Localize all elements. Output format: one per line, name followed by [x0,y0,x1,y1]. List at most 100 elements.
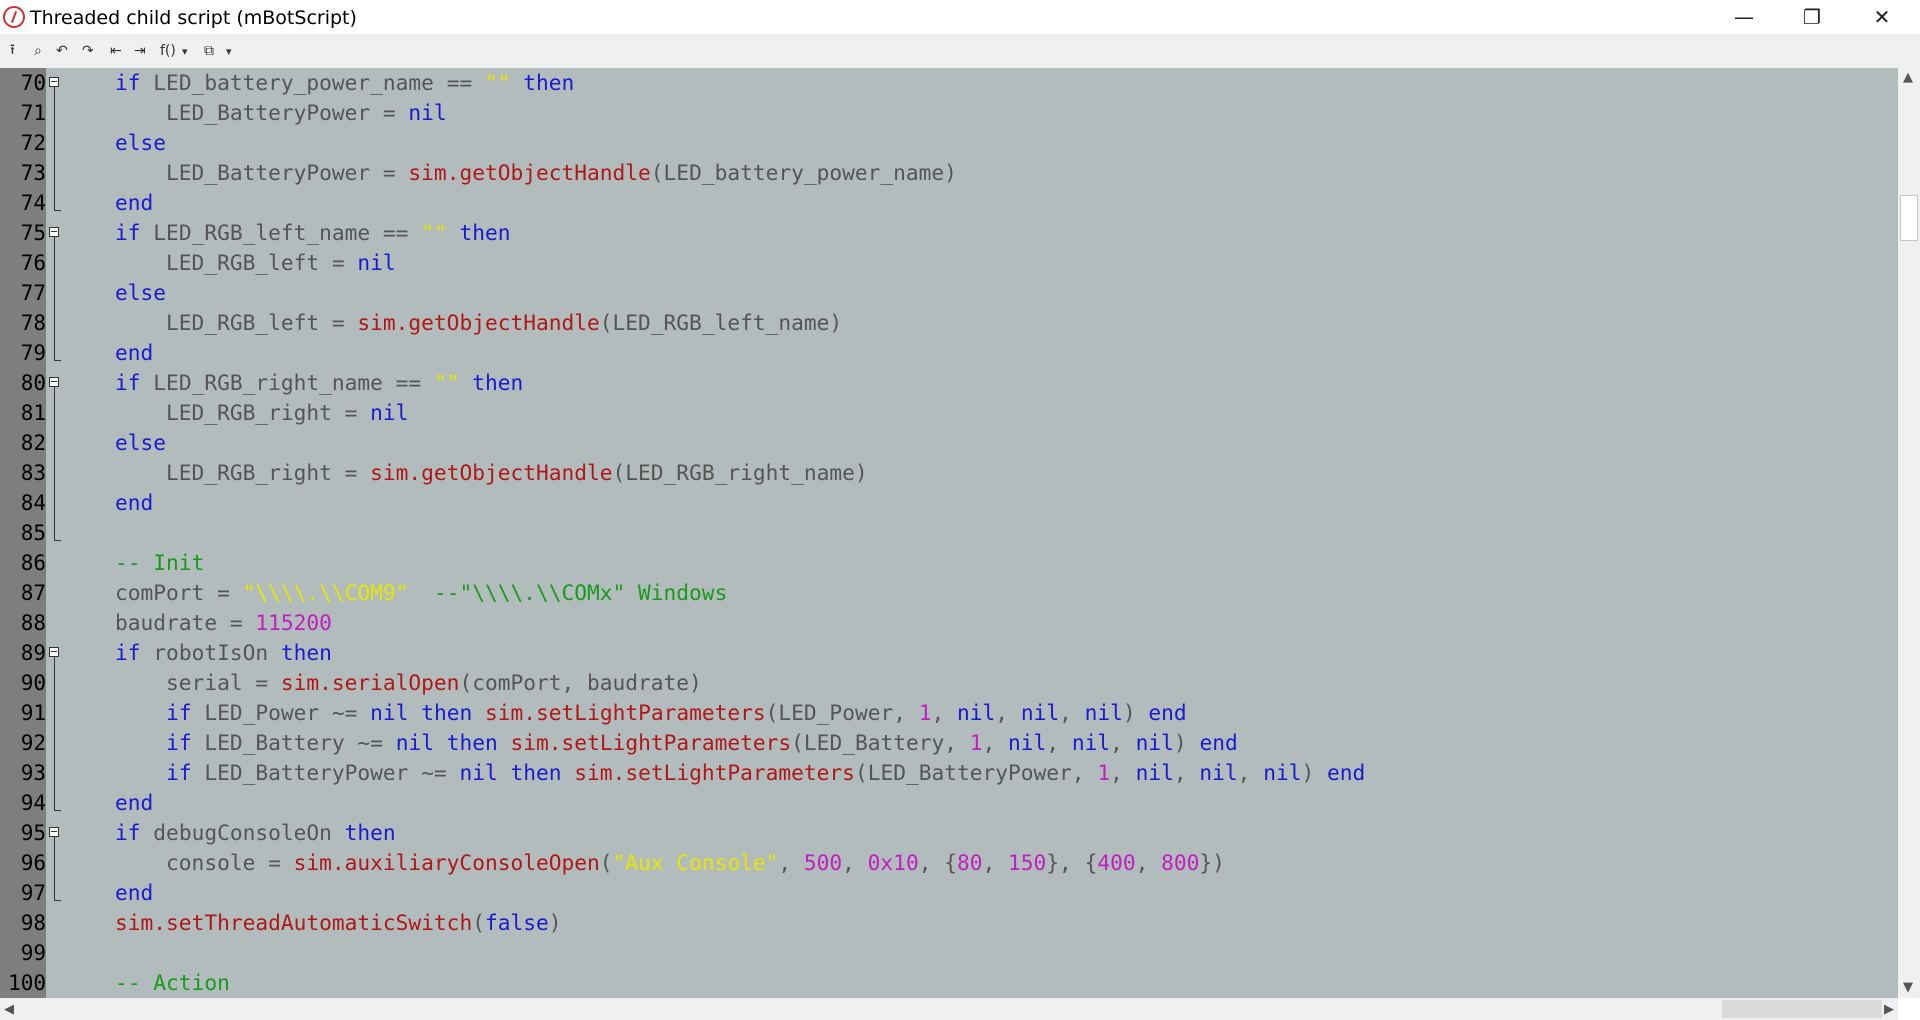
code-line[interactable]: 83 LED_RGB_right = sim.getObjectHandle(L… [0,458,1898,488]
scroll-left-arrow-icon[interactable]: ◀ [4,1002,14,1017]
scroll-up-arrow-icon[interactable]: ▲ [1903,70,1913,85]
code-editor[interactable]: 70 if LED_battery_power_name == "" then 7… [0,68,1898,998]
code-line[interactable]: 90 serial = sim.serialOpen(comPort, baud… [0,668,1898,698]
code-line[interactable]: 98 sim.setThreadAutomaticSwitch(false) [0,908,1898,938]
line-number: 99 [20,941,46,965]
code-text: -- Init [64,548,204,578]
dropdown-icon[interactable]: ▾ [182,43,188,59]
keyword-token: nil [1135,730,1174,755]
minimize-button[interactable]: — [1710,0,1778,34]
code-line[interactable]: 81 LED_RGB_right = nil [0,398,1898,428]
code-line[interactable]: 91 if LED_Power ~= nil then sim.setLight… [0,698,1898,728]
code-text: comPort = "\\\\.\\COM9" --"\\\\.\\COMx" … [64,578,727,608]
code-line[interactable]: 79 end [0,338,1898,368]
code-line[interactable]: 92 if LED_Battery ~= nil then sim.setLig… [0,728,1898,758]
code-line[interactable]: 100 -- Action [0,968,1898,998]
code-line[interactable]: 72 else [0,128,1898,158]
code-line[interactable]: 84 end [0,488,1898,518]
code-line[interactable]: 75 if LED_RGB_left_name == "" then [0,218,1898,248]
fold-guide-line [54,837,55,848]
code-line[interactable]: 87 comPort = "\\\\.\\COM9" --"\\\\.\\COM… [0,578,1898,608]
code-line[interactable]: 73 LED_BatteryPower = sim.getObjectHandl… [0,158,1898,188]
plain-token: ) [548,910,562,935]
fold-end-marker [54,360,61,361]
fold-toggle-icon[interactable] [49,377,59,387]
fold-end-marker [54,900,61,901]
plain-token: serial = [64,670,281,695]
fold-toggle-icon[interactable] [49,77,59,87]
string-token: "" [421,220,447,245]
close-button[interactable]: ✕ [1848,0,1916,34]
code-line[interactable]: 85 [0,518,1898,548]
line-number: 87 [20,581,46,605]
keyword-token: if [115,640,141,665]
indent-icon[interactable]: ⇥ [134,43,146,59]
code-line[interactable]: 74 end [0,188,1898,218]
code-line[interactable]: 86 -- Init [0,548,1898,578]
scroll-right-arrow-icon[interactable]: ▶ [1884,1002,1894,1017]
undo-icon[interactable]: ↶ [56,43,68,59]
code-line[interactable]: 95 if debugConsoleOn then [0,818,1898,848]
code-line[interactable]: 76 LED_RGB_left = nil [0,248,1898,278]
fold-guide-line [54,758,55,788]
restore-button[interactable]: ❐ [1778,0,1846,34]
dropdown-icon[interactable]: ▾ [226,43,232,59]
search-icon[interactable]: ⌕ [34,43,42,59]
fold-end-marker [54,810,61,811]
line-number: 86 [20,551,46,575]
line-number: 96 [20,851,46,875]
fold-toggle-icon[interactable] [49,227,59,237]
functions-icon[interactable]: f() [160,43,176,59]
snippets-icon[interactable]: ⧉ [204,43,214,59]
code-line[interactable]: 71 LED_BatteryPower = nil [0,98,1898,128]
redo-icon[interactable]: ↷ [82,43,94,59]
horizontal-scroll-thumb[interactable] [1722,1000,1882,1018]
fold-guide-line [54,398,55,428]
line-number: 80 [20,371,46,395]
horizontal-scrollbar[interactable] [0,998,1898,1020]
code-line[interactable]: 96 console = sim.auxiliaryConsoleOpen("A… [0,848,1898,878]
code-line[interactable]: 78 LED_RGB_left = sim.getObjectHandle(LE… [0,308,1898,338]
window-title: Threaded child script (mBotScript) [30,7,357,29]
keyword-token: if [115,370,141,395]
code-line[interactable]: 93 if LED_BatteryPower ~= nil then sim.s… [0,758,1898,788]
line-number: 100 [8,971,46,995]
code-line[interactable]: 88 baudrate = 115200 [0,608,1898,638]
code-line[interactable]: 77 else [0,278,1898,308]
outdent-icon[interactable]: ⇤ [110,43,122,59]
fold-guide-line [54,788,55,810]
upload-icon[interactable]: ⭱ [10,42,15,59]
code-text: LED_RGB_left = nil [64,248,396,278]
comment-token: -- Action [115,970,230,995]
code-text: else [64,278,166,308]
scroll-down-arrow-icon[interactable]: ▼ [1903,980,1913,995]
keyword-token: nil [1135,760,1174,785]
plain-token: ) [1173,730,1200,755]
code-line[interactable]: 82 else [0,428,1898,458]
code-line[interactable]: 89 if robotIsOn then [0,638,1898,668]
number-token: 800 [1161,850,1200,875]
plain-token: , [778,850,804,875]
fold-toggle-icon[interactable] [49,647,59,657]
plain-token: ( [599,850,613,875]
function-token: sim.setLightParameters [485,700,766,725]
code-line[interactable]: 99 [0,938,1898,968]
code-line[interactable]: 70 if LED_battery_power_name == "" then [0,68,1898,98]
code-line[interactable]: 80 if LED_RGB_right_name == "" then [0,368,1898,398]
code-line[interactable]: 97 end [0,878,1898,908]
vertical-scroll-thumb[interactable] [1900,195,1918,241]
plain-token: (LED_Battery, [791,730,970,755]
line-number: 79 [20,341,46,365]
fold-toggle-icon[interactable] [49,827,59,837]
line-number: 74 [20,191,46,215]
code-line[interactable]: 94 end [0,788,1898,818]
keyword-token: false [484,910,549,935]
